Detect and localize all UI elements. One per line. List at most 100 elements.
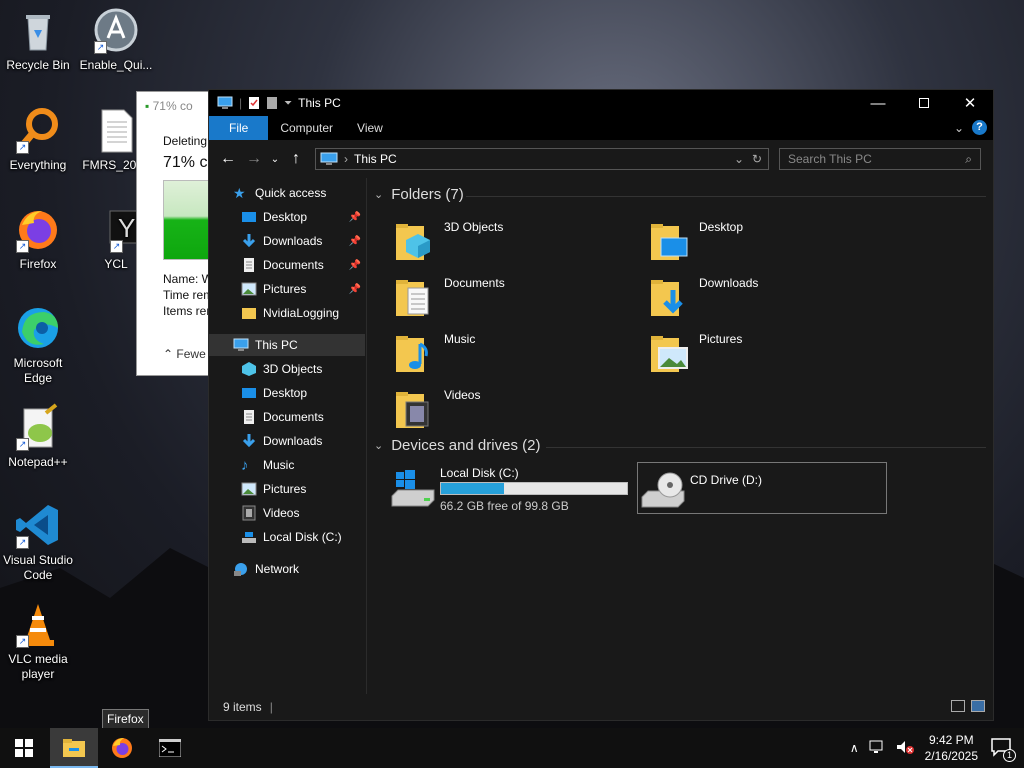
window-title: This PC [298, 96, 341, 110]
desktop-icon-label: Recycle Bin [6, 58, 70, 72]
nav-qa-downloads[interactable]: Downloads 📌 [241, 230, 367, 252]
tab-file[interactable]: File [209, 116, 269, 140]
minimize-button[interactable]: — [855, 90, 901, 116]
firefox-icon [112, 738, 132, 758]
folder-videos[interactable]: Videos [392, 384, 632, 432]
svg-text:Y: Y [118, 213, 135, 243]
folders-group-header[interactable]: ⌄ Folders (7) [374, 186, 464, 203]
taskbar-firefox[interactable] [98, 728, 146, 768]
nav-quick-access[interactable]: ★ Quick access [233, 182, 326, 204]
maximize-button[interactable] [901, 90, 947, 116]
pin-icon[interactable]: 📌 [349, 236, 361, 247]
pin-icon[interactable]: 📌 [349, 212, 361, 223]
computer-icon [217, 96, 233, 109]
fewer-details-button[interactable]: ⌃ Fewe [163, 347, 206, 361]
drive-usage-fill [441, 483, 504, 494]
customize-toolbar-icon[interactable]: ⏷ [284, 98, 292, 109]
folder-pictures[interactable]: Pictures [647, 328, 887, 376]
properties-icon[interactable] [248, 96, 260, 110]
terminal-icon [159, 739, 181, 757]
recent-locations-button[interactable]: ⌄ [267, 154, 283, 165]
nav-this-pc[interactable]: This PC [209, 334, 365, 356]
drive-cd-d[interactable]: CD Drive (D:) [637, 462, 887, 514]
file-explorer-window[interactable]: | ⏷ This PC — ✕ File Computer View ⌄ ? ←… [208, 89, 994, 721]
details-view-icon[interactable] [951, 700, 965, 712]
downloads-icon [242, 234, 256, 248]
drive-label: Local Disk (C:) [440, 466, 519, 480]
desktop-icon-vlc[interactable]: ↗ VLC media player [0, 600, 76, 682]
shortcut-arrow-icon: ↗ [16, 141, 29, 154]
close-icon: ✕ [963, 95, 977, 112]
nav-pc-music[interactable]: ♪ Music [241, 454, 294, 476]
back-button[interactable]: ← [215, 150, 241, 168]
system-clock[interactable]: 9:42 PM 2/16/2025 [925, 732, 978, 764]
nav-pc-local-disk[interactable]: Local Disk (C:) [241, 526, 342, 548]
up-button[interactable]: ↑ [283, 150, 309, 168]
desktop-folder-icon [242, 388, 256, 398]
videos-icon [242, 505, 256, 521]
desktop-icon-vscode[interactable]: ↗ Visual Studio Code [0, 501, 76, 583]
delete-progress-dialog[interactable]: ▪ 71% co Deleting 71% co Name: W Time re… [136, 91, 216, 376]
nav-pc-pictures[interactable]: Pictures [241, 478, 306, 500]
desktop-icon-label: Visual Studio Code [3, 553, 73, 582]
devices-group-header[interactable]: ⌄ Devices and drives (2) [374, 437, 540, 454]
forward-button[interactable]: → [241, 150, 267, 168]
nav-pc-documents[interactable]: Documents [241, 406, 324, 428]
chevron-up-icon: ⌃ [163, 347, 174, 361]
address-bar[interactable]: › This PC ⌄ ↻ [315, 148, 769, 170]
desktop-icon-label: VLC media player [8, 652, 68, 681]
navigation-pane[interactable]: ★ Quick access Desktop 📌 Downloads 📌 Docume… [209, 178, 367, 696]
folder-icon [242, 308, 256, 319]
expand-ribbon-chevron-icon[interactable]: ⌄ [954, 121, 964, 135]
title-bar[interactable]: | ⏷ This PC — ✕ [209, 90, 993, 116]
pin-icon[interactable]: 📌 [349, 284, 361, 295]
everything-search-icon: ↗ [14, 106, 62, 154]
autoit-icon: ↗ [92, 6, 140, 54]
volume-muted-icon[interactable] [895, 739, 915, 758]
nav-qa-desktop[interactable]: Desktop 📌 [241, 206, 367, 228]
taskbar-file-explorer[interactable] [50, 728, 98, 768]
drive-local-disk-c[interactable]: Local Disk (C:) 66.2 GB free of 99.8 GB [388, 462, 638, 514]
nav-qa-pictures[interactable]: Pictures 📌 [241, 278, 367, 300]
pin-icon[interactable]: 📌 [349, 260, 361, 271]
breadcrumb[interactable]: This PC [354, 152, 397, 166]
desktop-icon-firefox[interactable]: ↗ Firefox [0, 205, 76, 272]
nav-pc-videos[interactable]: Videos [241, 502, 299, 524]
breadcrumb-chevron-icon[interactable]: › [344, 152, 348, 166]
help-icon[interactable]: ? [972, 120, 987, 135]
edge-icon [14, 304, 62, 352]
nav-pc-downloads[interactable]: Downloads [241, 430, 322, 452]
network-status-icon[interactable] [869, 739, 887, 758]
folder-documents[interactable]: Documents [392, 272, 632, 320]
large-icons-view-icon[interactable] [971, 700, 985, 712]
desktop-icon-edge[interactable]: Microsoft Edge [0, 304, 76, 386]
new-folder-icon[interactable] [266, 96, 278, 110]
folder-music[interactable]: Music [392, 328, 632, 376]
tab-view[interactable]: View [345, 116, 395, 140]
nav-pc-3d-objects[interactable]: 3D Objects [241, 358, 322, 380]
desktop-icon-everything[interactable]: ↗ Everything [0, 106, 76, 173]
shortcut-arrow-icon: ↗ [16, 438, 29, 451]
refresh-icon[interactable]: ↻ [752, 152, 762, 166]
tab-computer[interactable]: Computer [268, 116, 345, 140]
folder-label: Downloads [699, 276, 759, 290]
start-button[interactable] [0, 728, 48, 768]
nav-qa-nvidialogging[interactable]: NvidiaLogging [241, 302, 339, 324]
search-input[interactable]: Search This PC ⌕ [779, 148, 981, 170]
address-dropdown-icon[interactable]: ⌄ [734, 152, 744, 166]
desktop-icon-recycle-bin[interactable]: Recycle Bin [0, 6, 76, 73]
nav-network[interactable]: Network [233, 558, 299, 580]
notification-center-button[interactable]: 1 [990, 737, 1016, 762]
clock-date: 2/16/2025 [924, 749, 978, 763]
nav-pc-desktop[interactable]: Desktop [241, 382, 307, 404]
close-button[interactable]: ✕ [947, 90, 993, 116]
desktop-icon-notepadpp[interactable]: ↗ Notepad++ [0, 403, 76, 470]
desktop-icon-enable-quick[interactable]: ↗ Enable_Qui... [78, 6, 154, 73]
content-pane[interactable]: ⌄ Folders (7) 3D Objects Desktop Document… [368, 178, 993, 696]
show-hidden-icons-icon[interactable]: ∧ [850, 741, 859, 755]
folder-3d-objects[interactable]: 3D Objects [392, 216, 632, 264]
folder-desktop[interactable]: Desktop [647, 216, 887, 264]
taskbar-terminal[interactable] [146, 728, 194, 768]
nav-qa-documents[interactable]: Documents 📌 [241, 254, 367, 276]
folder-downloads[interactable]: Downloads [647, 272, 887, 320]
